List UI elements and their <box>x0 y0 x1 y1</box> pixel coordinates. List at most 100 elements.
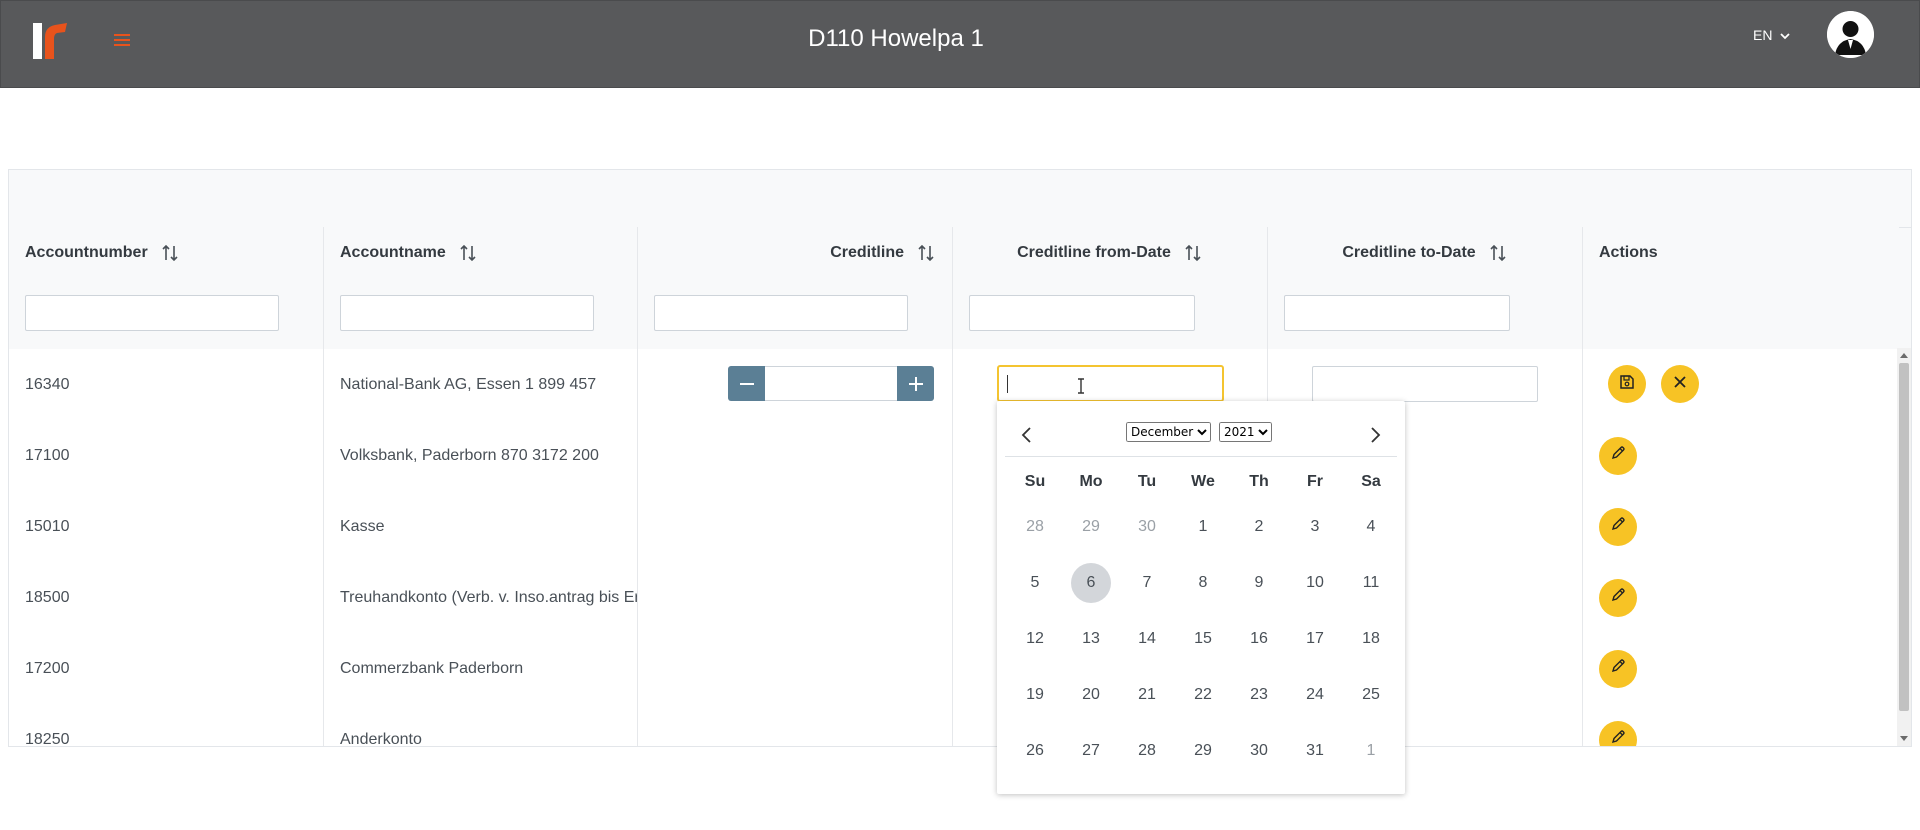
calendar-day[interactable]: 17 <box>1287 619 1343 659</box>
column-header-creditline-from-date[interactable]: Creditline from-Date <box>953 227 1268 278</box>
sort-icon[interactable] <box>458 243 478 263</box>
calendar-day[interactable]: 31 <box>1287 731 1343 771</box>
filter-accountname-input[interactable] <box>340 295 594 331</box>
cell-accountname: Kasse <box>324 491 638 562</box>
column-header-creditline-to-date[interactable]: Creditline to-Date <box>1268 227 1583 278</box>
calendar-day[interactable]: 9 <box>1231 563 1287 603</box>
calendar-day[interactable]: 24 <box>1287 675 1343 715</box>
cell-accountname: Anderkonto <box>324 704 638 746</box>
scroll-down-arrow[interactable] <box>1900 736 1908 741</box>
table-row[interactable]: 18500 Treuhandkonto (Verb. v. Inso.antra… <box>9 562 1899 634</box>
calendar-day[interactable]: 28 <box>1119 731 1175 771</box>
sort-icon[interactable] <box>1183 243 1203 263</box>
calendar-day[interactable]: 23 <box>1231 675 1287 715</box>
filter-to-date-input[interactable] <box>1284 295 1510 331</box>
user-avatar[interactable] <box>1827 11 1874 58</box>
next-month-button[interactable] <box>1365 425 1385 445</box>
chevron-left-icon <box>1021 427 1031 443</box>
calendar-day[interactable]: 13 <box>1063 619 1119 659</box>
save-button[interactable] <box>1608 365 1646 403</box>
accounts-table: Accountnumber Accountname Creditline Cre… <box>8 169 1912 747</box>
save-icon <box>1619 374 1635 395</box>
previous-month-button[interactable] <box>1017 425 1037 445</box>
table-row[interactable]: 16340 National-Bank AG, Essen 1 899 457 <box>9 349 1899 421</box>
filter-creditline-input[interactable] <box>654 295 908 331</box>
calendar-day[interactable]: 15 <box>1175 619 1231 659</box>
filter-row <box>9 278 1899 350</box>
table-row[interactable]: 17200 Commerzbank Paderborn <box>9 633 1899 705</box>
edit-button[interactable] <box>1599 578 1637 617</box>
column-label: Actions <box>1599 243 1658 261</box>
calendar-day[interactable]: 4 <box>1343 507 1399 547</box>
year-select[interactable]: 2021 <box>1219 422 1272 442</box>
column-header-accountname[interactable]: Accountname <box>324 227 638 278</box>
pencil-icon <box>1610 587 1626 608</box>
scroll-up-arrow[interactable] <box>1900 353 1908 358</box>
scroll-thumb[interactable] <box>1899 363 1909 711</box>
sort-icon[interactable] <box>916 243 936 263</box>
calendar-day[interactable]: 20 <box>1063 675 1119 715</box>
calendar-day[interactable]: 1 <box>1343 731 1399 771</box>
calendar-day[interactable]: 16 <box>1231 619 1287 659</box>
column-label: Creditline from-Date <box>1017 243 1171 261</box>
filter-from-date-input[interactable] <box>969 295 1195 331</box>
calendar-day[interactable]: 11 <box>1343 563 1399 603</box>
from-date-input[interactable] <box>997 365 1224 402</box>
chevron-down-icon <box>1780 27 1791 43</box>
table-row[interactable]: 18250 Anderkonto <box>9 704 1899 746</box>
edit-button[interactable] <box>1599 507 1637 546</box>
edit-button[interactable] <box>1599 720 1637 746</box>
column-label: Creditline <box>830 243 904 261</box>
table-scrollbar[interactable] <box>1897 348 1911 746</box>
weekday-label: Th <box>1249 473 1269 490</box>
to-date-input[interactable] <box>1312 366 1538 402</box>
column-header-actions: Actions <box>1583 227 1899 278</box>
calendar-day[interactable]: 14 <box>1119 619 1175 659</box>
column-header-accountnumber[interactable]: Accountnumber <box>9 227 324 278</box>
calendar-day[interactable]: 29 <box>1175 731 1231 771</box>
sort-icon[interactable] <box>1488 243 1508 263</box>
calendar-day[interactable]: 30 <box>1231 731 1287 771</box>
edit-button[interactable] <box>1599 436 1637 475</box>
app-title: D110 Howelpa 1 <box>808 25 984 52</box>
calendar-day[interactable]: 7 <box>1119 563 1175 603</box>
edit-button[interactable] <box>1599 649 1637 688</box>
calendar-day[interactable]: 19 <box>1007 675 1063 715</box>
calendar-day[interactable]: 8 <box>1175 563 1231 603</box>
calendar-day[interactable]: 2 <box>1231 507 1287 547</box>
cell-accountname: National-Bank AG, Essen 1 899 457 <box>324 349 638 420</box>
table-row[interactable]: 15010 Kasse <box>9 491 1899 563</box>
cell-accountnumber: 15010 <box>9 491 324 562</box>
cell-accountnumber: 17100 <box>9 420 324 491</box>
month-select[interactable]: December <box>1126 422 1211 442</box>
calendar-day[interactable]: 18 <box>1343 619 1399 659</box>
calendar-day[interactable]: 5 <box>1007 563 1063 603</box>
calendar-day[interactable]: 21 <box>1119 675 1175 715</box>
calendar-day-today[interactable]: 6 <box>1063 563 1119 603</box>
calendar-week: 19 20 21 22 23 24 25 <box>1007 675 1399 715</box>
calendar-day[interactable]: 30 <box>1119 507 1175 547</box>
decrement-button[interactable] <box>728 366 765 401</box>
calendar-day[interactable]: 22 <box>1175 675 1231 715</box>
calendar-day[interactable]: 25 <box>1343 675 1399 715</box>
column-header-creditline[interactable]: Creditline <box>638 227 953 278</box>
increment-button[interactable] <box>897 366 934 401</box>
cell-accountname: Commerzbank Paderborn <box>324 633 638 704</box>
language-selector[interactable]: EN <box>1753 27 1791 43</box>
cancel-button[interactable] <box>1661 365 1699 403</box>
calendar-day[interactable]: 29 <box>1063 507 1119 547</box>
calendar-day[interactable]: 12 <box>1007 619 1063 659</box>
pencil-icon <box>1610 445 1626 466</box>
column-label: Creditline to-Date <box>1342 243 1476 261</box>
calendar-day[interactable]: 1 <box>1175 507 1231 547</box>
calendar-day[interactable]: 27 <box>1063 731 1119 771</box>
creditline-input[interactable] <box>765 366 897 401</box>
calendar-day[interactable]: 26 <box>1007 731 1063 771</box>
calendar-day[interactable]: 3 <box>1287 507 1343 547</box>
calendar-day[interactable]: 10 <box>1287 563 1343 603</box>
table-row[interactable]: 17100 Volksbank, Paderborn 870 3172 200 <box>9 420 1899 492</box>
calendar-day[interactable]: 28 <box>1007 507 1063 547</box>
sort-icon[interactable] <box>160 243 180 263</box>
calendar-week: 28 29 30 1 2 3 4 <box>1007 507 1399 547</box>
filter-accountnumber-input[interactable] <box>25 295 279 331</box>
